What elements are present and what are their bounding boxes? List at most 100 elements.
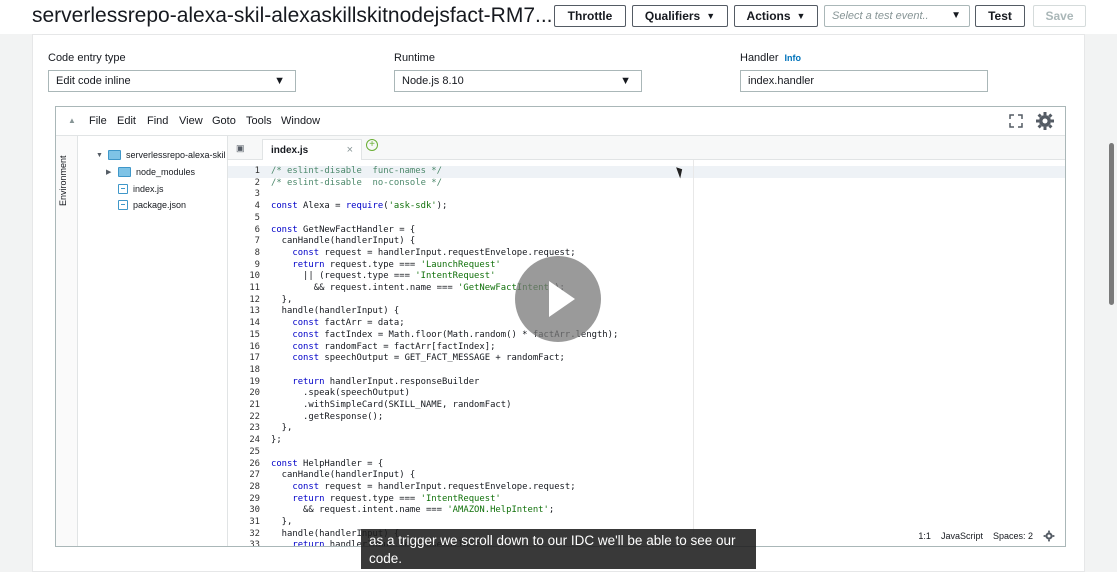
code-line: && request.intent.name === 'AMAZON.HelpI… bbox=[271, 505, 555, 516]
test-event-select[interactable]: Select a test event.. ▼ bbox=[824, 5, 970, 27]
editor-tabs: ▣ index.js × + bbox=[228, 136, 1065, 160]
line-number: 15 bbox=[249, 329, 260, 340]
line-number: 1 bbox=[254, 166, 260, 176]
code-line: const HelpHandler = { bbox=[271, 458, 384, 469]
line-number: 32 bbox=[249, 528, 260, 539]
tab-index-js[interactable]: index.js × bbox=[262, 139, 362, 160]
tree-item-label: index.js bbox=[133, 184, 164, 194]
menu-goto[interactable]: Goto bbox=[212, 115, 236, 127]
add-tab-icon[interactable]: + bbox=[366, 139, 378, 151]
line-number: 12 bbox=[249, 294, 260, 305]
function-header: serverlessrepo-alexa-skil-alexaskillskit… bbox=[0, 0, 1117, 34]
file-icon bbox=[118, 200, 128, 210]
line-number: 22 bbox=[249, 411, 260, 422]
save-button[interactable]: Save bbox=[1033, 5, 1086, 27]
code-line: .speak(speechOutput) bbox=[271, 388, 410, 399]
line-number: 2 bbox=[254, 177, 260, 188]
code-line: return handlerInput.responseBuilder bbox=[292, 376, 480, 387]
caret-down-icon: ▼ bbox=[796, 11, 806, 21]
save-label: Save bbox=[1045, 9, 1074, 23]
code-line: canHandle(handlerInput) { bbox=[271, 470, 416, 481]
fullscreen-icon[interactable] bbox=[1009, 114, 1023, 128]
menu-find[interactable]: Find bbox=[147, 115, 168, 127]
runtime-label: Runtime bbox=[394, 52, 435, 64]
test-button[interactable]: Test bbox=[975, 5, 1025, 27]
code-line: return request.type === 'LaunchRequest' bbox=[292, 259, 501, 270]
line-number: 25 bbox=[249, 446, 260, 457]
tree-item-node-modules[interactable]: ▶ node_modules bbox=[106, 167, 195, 177]
throttle-button[interactable]: Throttle bbox=[554, 5, 626, 27]
tree-root-label: serverlessrepo-alexa-skil bbox=[126, 150, 226, 160]
line-number-gutter: 1 2 3 4 5 6 7 8 9 10 11 12 13 14 15 16 17 18 19 20 21 22 23 24 2… bbox=[228, 160, 266, 547]
code-entry-type-select[interactable]: Edit code inline ▼ bbox=[48, 70, 296, 92]
code-line: /* eslint-disable func-names */ bbox=[271, 166, 442, 176]
line-number: 30 bbox=[249, 505, 260, 516]
function-title: serverlessrepo-alexa-skil-alexaskillskit… bbox=[32, 4, 553, 27]
gear-icon[interactable] bbox=[1035, 111, 1055, 131]
test-label: Test bbox=[988, 9, 1012, 23]
folder-icon bbox=[108, 150, 121, 160]
code-line: const GetNewFactHandler = { bbox=[271, 224, 416, 235]
page-scrollbar[interactable] bbox=[1109, 143, 1114, 305]
expanded-triangle-icon: ▼ bbox=[96, 151, 103, 159]
handler-value: index.handler bbox=[748, 75, 815, 87]
code-line: const randomFact = factArr[factIndex]; bbox=[292, 341, 496, 352]
video-play-button[interactable] bbox=[515, 256, 601, 342]
runtime-select[interactable]: Node.js 8.10 ▼ bbox=[394, 70, 642, 92]
code-line: }, bbox=[271, 423, 293, 434]
collapse-menu-icon[interactable]: ▲ bbox=[68, 116, 76, 125]
menu-tools[interactable]: Tools bbox=[246, 115, 272, 127]
collapsed-triangle-icon: ▶ bbox=[106, 169, 112, 176]
indentation-setting[interactable]: Spaces: 2 bbox=[993, 531, 1033, 541]
ide-toolbar-icons bbox=[1009, 111, 1055, 131]
menu-edit[interactable]: Edit bbox=[117, 115, 136, 127]
code-entry-type-value: Edit code inline bbox=[56, 75, 131, 87]
close-icon[interactable]: × bbox=[347, 144, 353, 156]
qualifiers-button[interactable]: Qualifiers ▼ bbox=[632, 5, 728, 27]
line-number: 33 bbox=[249, 540, 260, 547]
environment-label: Environment bbox=[58, 155, 68, 206]
handler-label-row: Handler Info bbox=[740, 52, 801, 64]
tab-list-icon[interactable]: ▣ bbox=[236, 143, 245, 154]
code-line: handle(handlerInput) { bbox=[271, 306, 400, 317]
line-number: 31 bbox=[249, 517, 260, 527]
handler-input[interactable]: index.handler bbox=[740, 70, 988, 92]
line-number: 19 bbox=[249, 376, 260, 387]
tree-item-label: node_modules bbox=[136, 167, 196, 177]
tab-label: index.js bbox=[271, 144, 309, 156]
caret-down-icon: ▼ bbox=[274, 75, 285, 87]
gear-icon[interactable] bbox=[1043, 530, 1055, 542]
code-line: .getResponse(); bbox=[271, 411, 384, 422]
code-line: }, bbox=[271, 517, 293, 527]
line-number: 11 bbox=[249, 283, 260, 293]
line-number: 7 bbox=[254, 236, 260, 247]
handler-info-link[interactable]: Info bbox=[785, 53, 802, 63]
menu-window[interactable]: Window bbox=[281, 115, 320, 127]
runtime-value: Node.js 8.10 bbox=[402, 75, 464, 87]
line-number: 29 bbox=[249, 493, 260, 504]
cursor-position[interactable]: 1:1 bbox=[918, 531, 931, 541]
tree-item-package-json[interactable]: package.json bbox=[118, 200, 186, 210]
line-number: 18 bbox=[249, 364, 260, 375]
tree-item-index-js[interactable]: index.js bbox=[118, 184, 164, 194]
menu-view[interactable]: View bbox=[179, 115, 203, 127]
caret-down-icon: ▼ bbox=[706, 11, 716, 21]
actions-button[interactable]: Actions ▼ bbox=[734, 5, 818, 27]
line-number: 3 bbox=[254, 189, 260, 200]
test-event-placeholder: Select a test event.. bbox=[832, 10, 929, 22]
video-caption: as a trigger we scroll down to our IDC w… bbox=[361, 529, 756, 569]
folder-icon bbox=[118, 167, 131, 177]
code-entry-type-label: Code entry type bbox=[48, 52, 126, 64]
print-margin bbox=[693, 160, 694, 546]
environment-sidebar-tab[interactable]: Environment bbox=[56, 136, 78, 546]
tree-item-root[interactable]: ▼ serverlessrepo-alexa-skil bbox=[96, 150, 226, 160]
menu-file[interactable]: File bbox=[89, 115, 107, 127]
code-line: }; bbox=[271, 435, 282, 446]
file-icon bbox=[118, 184, 128, 194]
code-editor[interactable]: 1 2 3 4 5 6 7 8 9 10 11 12 13 14 15 16 17 18 19 20 21 22 23 24 2… bbox=[228, 160, 1065, 547]
line-number: 6 bbox=[254, 224, 260, 235]
line-number: 10 bbox=[249, 271, 260, 282]
tree-item-label: package.json bbox=[133, 200, 187, 210]
line-number: 17 bbox=[249, 353, 260, 364]
language-mode[interactable]: JavaScript bbox=[941, 531, 983, 541]
